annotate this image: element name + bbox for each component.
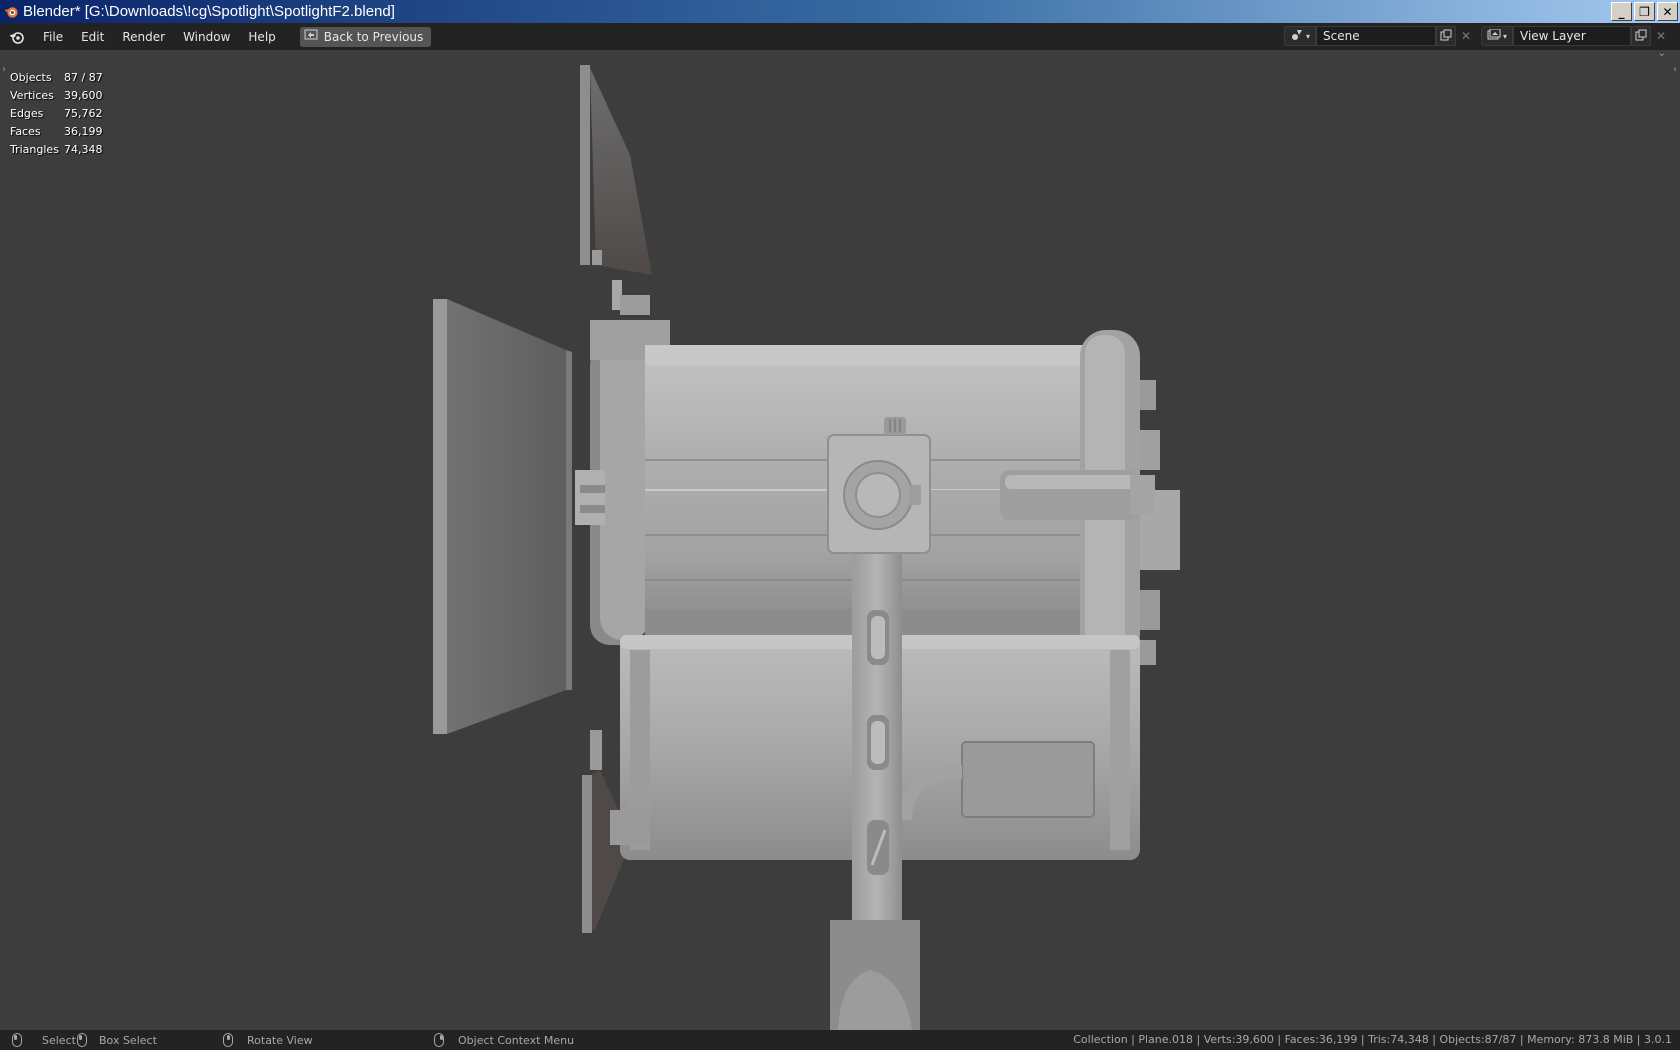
view-layer-duplicate-button[interactable]: [1631, 26, 1651, 46]
hint-rotate-view: Rotate View: [223, 1033, 313, 1047]
duplicate-icon: [1440, 29, 1452, 44]
left-barn-door: [433, 299, 572, 734]
spotlight-model[interactable]: [0, 50, 1680, 1030]
3d-viewport[interactable]: › ‹ ⌄ Objects 87 / 87 Vertices 39,600 Edge…: [0, 50, 1680, 1030]
view-layer-icon: [1487, 28, 1501, 44]
chevron-down-icon: ▾: [1305, 31, 1310, 41]
fullscreen-back-icon: [304, 29, 318, 44]
duplicate-icon: [1635, 29, 1647, 44]
scene-name-field[interactable]: Scene: [1316, 26, 1436, 46]
hint-select: Select: [12, 1033, 76, 1047]
main-menu: File Edit Render Window Help: [34, 26, 285, 48]
menu-window[interactable]: Window: [174, 26, 239, 48]
view-layer-name-field[interactable]: View Layer: [1513, 26, 1631, 46]
menu-edit[interactable]: Edit: [72, 26, 113, 48]
view-layer-remove-button[interactable]: ✕: [1651, 26, 1671, 46]
hint-select-label: Select: [42, 1033, 76, 1047]
menu-render[interactable]: Render: [113, 26, 174, 48]
top-barn-door: [580, 65, 652, 315]
close-icon: ✕: [1460, 29, 1472, 43]
window-titlebar: Blender* [G:\Downloads\!cg\Spotlight\Spo…: [0, 0, 1680, 23]
scene-browse-button[interactable]: ▾: [1284, 26, 1316, 46]
view-layer-selector: ▾ View Layer ✕: [1481, 26, 1671, 46]
hint-box-select: Box Select: [77, 1033, 157, 1047]
scene-duplicate-button[interactable]: [1436, 26, 1456, 46]
hint-context-menu-label: Object Context Menu: [458, 1033, 575, 1047]
back-to-previous-button[interactable]: Back to Previous: [299, 26, 432, 47]
window-title: Blender* [G:\Downloads\!cg\Spotlight\Spo…: [23, 3, 395, 20]
close-button[interactable]: ✕: [1657, 2, 1678, 21]
hint-context-menu: Object Context Menu: [434, 1033, 574, 1047]
scene-icon: [1290, 28, 1304, 45]
chevron-down-icon: ▾: [1502, 31, 1507, 41]
menu-help[interactable]: Help: [239, 26, 284, 48]
menu-file[interactable]: File: [34, 26, 72, 48]
status-bar: Select Box Select Rotate View Object Con…: [0, 1030, 1680, 1050]
top-bar: File Edit Render Window Help Back to Pre…: [0, 23, 1680, 50]
back-to-previous-label: Back to Previous: [323, 29, 424, 44]
close-icon: ✕: [1655, 29, 1667, 43]
mouse-right-icon: [434, 1033, 444, 1047]
minimize-button[interactable]: _: [1611, 2, 1632, 21]
scene-remove-button[interactable]: ✕: [1456, 26, 1476, 46]
maximize-button[interactable]: ❐: [1634, 2, 1655, 21]
mouse-left-icon: [12, 1033, 22, 1047]
mouse-drag-icon: [77, 1033, 87, 1047]
scene-statistics: Collection | Plane.018 | Verts:39,600 | …: [1073, 1033, 1672, 1046]
hint-box-select-label: Box Select: [99, 1033, 157, 1047]
blender-logo-icon[interactable]: [6, 26, 28, 48]
mouse-middle-icon: [223, 1033, 233, 1047]
yoke-knob: [827, 417, 931, 554]
view-layer-browse-button[interactable]: ▾: [1481, 26, 1513, 46]
blender-icon: [3, 4, 19, 20]
scene-selector: ▾ Scene ✕: [1284, 26, 1476, 46]
hint-rotate-view-label: Rotate View: [247, 1033, 313, 1047]
